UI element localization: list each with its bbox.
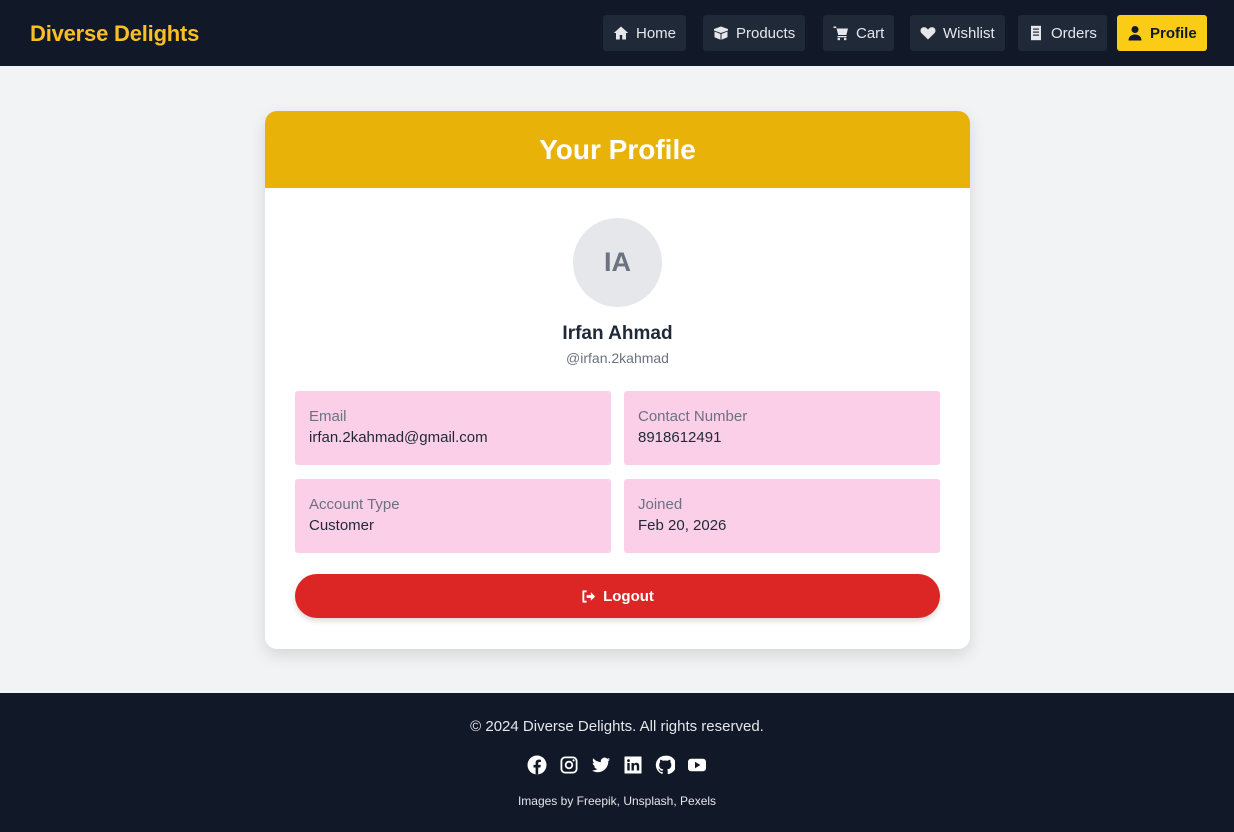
joined-info: Joined Feb 20, 2026 <box>624 479 940 553</box>
email-info: Email irfan.2kahmad@gmail.com <box>295 391 611 465</box>
github-icon <box>655 755 675 775</box>
twitter-icon <box>592 757 610 773</box>
profile-card: Your Profile IA Irfan Ahmad @irfan.2kahm… <box>265 111 970 649</box>
linkedin-icon <box>624 756 642 774</box>
box-icon <box>714 26 728 40</box>
instagram-link[interactable] <box>559 755 579 775</box>
cart-icon <box>833 26 848 41</box>
user-handle: @irfan.2kahmad <box>566 350 669 366</box>
facebook-link[interactable] <box>527 755 547 775</box>
logout-icon <box>582 589 596 603</box>
contact-label: Contact Number <box>638 408 748 425</box>
facebook-icon <box>527 755 547 775</box>
receipt-icon <box>1031 25 1041 41</box>
nav-cart-button[interactable]: Cart <box>823 15 895 51</box>
instagram-icon <box>560 756 578 774</box>
heart-icon <box>920 27 936 40</box>
twitter-link[interactable] <box>591 755 611 775</box>
contact-value: 8918612491 <box>638 429 722 446</box>
image-credits: Images by Freepik, Unsplash, Pexels <box>517 794 717 808</box>
social-links <box>0 755 1234 775</box>
linkedin-link[interactable] <box>623 755 643 775</box>
avatar: IA <box>573 218 662 307</box>
youtube-link[interactable] <box>687 755 707 775</box>
user-name: Irfan Ahmad <box>562 323 673 344</box>
logout-label: Logout <box>603 587 654 605</box>
home-icon <box>613 26 629 40</box>
youtube-icon <box>688 758 706 772</box>
contact-info: Contact Number 8918612491 <box>624 391 940 465</box>
page-title: Your Profile <box>539 133 696 165</box>
email-label: Email <box>309 408 347 425</box>
nav-home-button[interactable]: Home <box>603 15 687 51</box>
user-icon <box>1128 26 1142 41</box>
brand-logo[interactable]: Diverse Delights <box>30 21 199 47</box>
nav-cart-label: Cart <box>856 24 885 42</box>
nav-orders-label: Orders <box>1051 24 1097 42</box>
nav-wishlist-button[interactable]: Wishlist <box>910 15 1005 51</box>
github-link[interactable] <box>655 755 675 775</box>
nav-products-button[interactable]: Products <box>703 15 806 51</box>
nav-products-label: Products <box>736 24 796 42</box>
nav-wishlist-label: Wishlist <box>943 24 995 42</box>
nav-orders-button[interactable]: Orders <box>1018 15 1107 51</box>
account-type-value: Customer <box>309 517 375 534</box>
nav-profile-button[interactable]: Profile <box>1117 15 1207 51</box>
joined-value: Feb 20, 2026 <box>638 517 727 534</box>
joined-label: Joined <box>638 496 683 513</box>
account-type-info: Account Type Customer <box>295 479 611 553</box>
navbar: Diverse Delights Home Products Cart Wish… <box>0 0 1234 66</box>
email-value: irfan.2kahmad@gmail.com <box>309 429 488 446</box>
copyright-text: © 2024 Diverse Delights. All rights rese… <box>470 718 764 735</box>
logout-button[interactable]: Logout <box>295 574 940 618</box>
nav-profile-label: Profile <box>1150 24 1197 42</box>
nav-home-label: Home <box>636 24 677 42</box>
footer: © 2024 Diverse Delights. All rights rese… <box>0 693 1234 832</box>
account-type-label: Account Type <box>309 496 400 513</box>
avatar-initials: IA <box>604 247 631 277</box>
profile-card-header: Your Profile <box>265 111 970 188</box>
